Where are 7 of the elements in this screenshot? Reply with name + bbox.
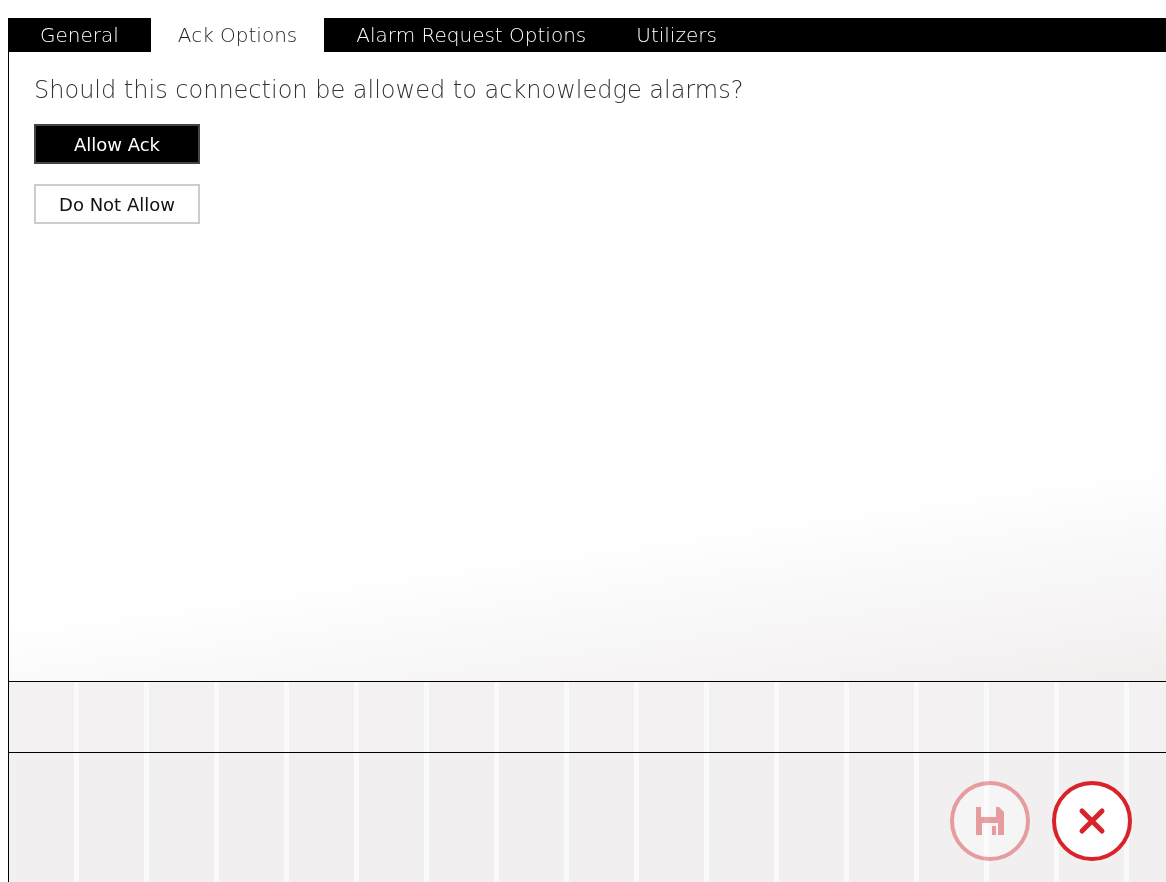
tab[interactable]: Ack Options xyxy=(150,18,325,52)
tab[interactable]: General xyxy=(22,18,137,52)
option-button[interactable]: Allow Ack xyxy=(34,124,200,164)
tab[interactable]: Alarm Request Options xyxy=(338,18,605,52)
question-text: Should this connection be allowed to acknowledge alarms? xyxy=(34,76,745,104)
tab[interactable]: Utilizers xyxy=(618,18,735,52)
option-button[interactable]: Do Not Allow xyxy=(34,184,200,224)
